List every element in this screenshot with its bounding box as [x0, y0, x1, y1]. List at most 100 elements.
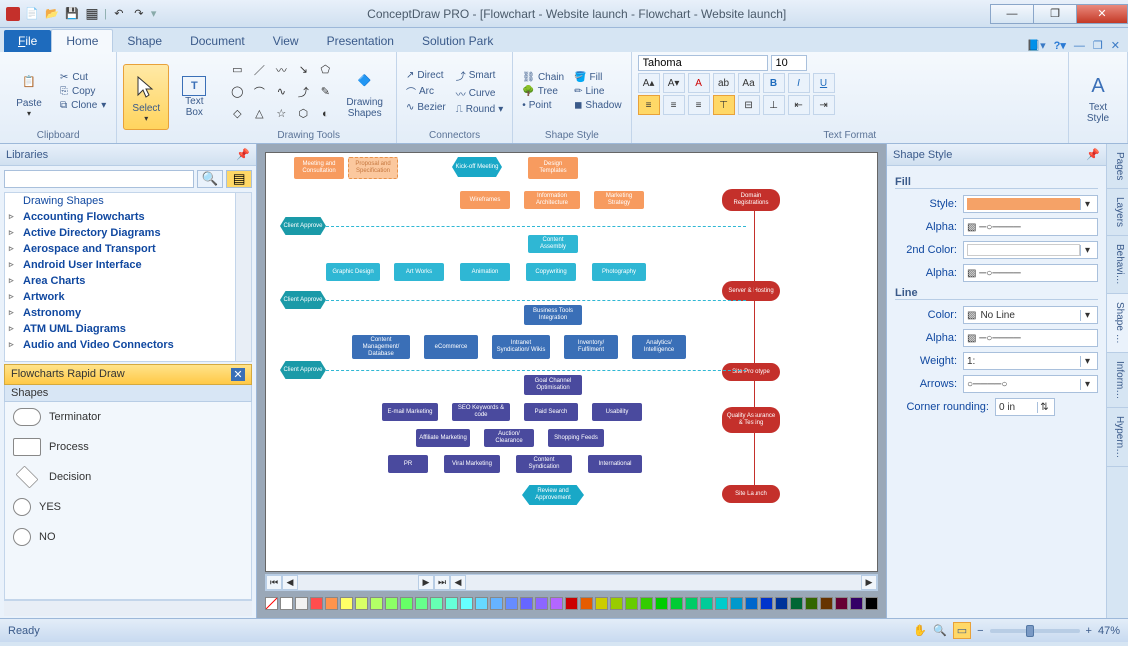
ss-point[interactable]: • Point — [519, 99, 567, 112]
sidetab-layers[interactable]: Layers — [1107, 189, 1128, 236]
node[interactable]: Marketing Strategy — [594, 191, 644, 209]
palette-color[interactable] — [355, 597, 368, 610]
tab-home[interactable]: Home — [51, 29, 113, 52]
font-underline[interactable]: U — [813, 73, 835, 93]
tool-rect[interactable]: ▭ — [227, 60, 247, 80]
tree-toggle-button[interactable]: ▤ — [226, 170, 252, 188]
lib-item[interactable]: ATM UML Diagrams — [5, 321, 251, 337]
ss-shadow[interactable]: ◼ Shadow — [571, 99, 624, 112]
node[interactable]: Content Management/ Database — [352, 335, 410, 359]
doc-max-icon[interactable]: ❐ — [1093, 39, 1103, 52]
tab-shape[interactable]: Shape — [113, 30, 176, 52]
node[interactable]: Information Architecture — [524, 191, 580, 209]
tool-arc2[interactable]: ⌒ — [249, 82, 269, 102]
tool-10[interactable]: ◐ — [315, 104, 335, 124]
node[interactable]: Meeting and Consultation — [294, 157, 344, 179]
grid-icon[interactable]: ▦ — [84, 6, 100, 22]
shape-no[interactable]: NO — [5, 522, 251, 552]
palette-color[interactable] — [835, 597, 848, 610]
sidetab-info[interactable]: Inform… — [1107, 353, 1128, 408]
node[interactable]: Viral Marketing — [444, 455, 500, 473]
tool-spline[interactable]: ∿ — [271, 82, 291, 102]
sidetab-shape[interactable]: Shape … — [1107, 294, 1128, 353]
new-icon[interactable]: 📄 — [24, 6, 40, 22]
lib-item[interactable]: Audio and Video Connectors — [5, 337, 251, 353]
pin-icon[interactable]: 📌 — [1086, 148, 1100, 161]
tool-line[interactable]: ／ — [249, 60, 269, 80]
library-scrollbar[interactable] — [235, 193, 251, 361]
approve[interactable]: Client Approve — [280, 361, 326, 379]
indent-inc[interactable]: ⇥ — [813, 95, 835, 115]
palette-color[interactable] — [775, 597, 788, 610]
palette-color[interactable] — [475, 597, 488, 610]
palette-color[interactable] — [670, 597, 683, 610]
zoom-in-icon[interactable]: + — [1086, 625, 1092, 637]
ss-line[interactable]: ✏ Line — [571, 85, 624, 98]
scroll-first[interactable]: ⏮ — [266, 575, 282, 590]
approve[interactable]: Client Approve — [280, 217, 326, 235]
palette-color[interactable] — [730, 597, 743, 610]
drawing-shapes-button[interactable]: 🔷 Drawing Shapes — [339, 59, 390, 125]
scroll-left[interactable]: ◀ — [450, 575, 466, 590]
tool-ellipse[interactable]: ◯ — [227, 82, 247, 102]
align-left[interactable]: ≡ — [638, 95, 660, 115]
node[interactable]: Intranet Syndication/ Wikis — [492, 335, 550, 359]
node[interactable]: Auction/ Clearance — [484, 429, 534, 447]
palette-color[interactable] — [520, 597, 533, 610]
font-italic[interactable]: I — [788, 73, 810, 93]
palette-color[interactable] — [385, 597, 398, 610]
node[interactable]: Shopping Feeds — [548, 429, 604, 447]
zoom-page-icon[interactable]: ▭ — [953, 622, 971, 639]
node[interactable]: Paid Search — [524, 403, 578, 421]
node[interactable]: Inventory/ Fulfilment — [564, 335, 618, 359]
minimize-button[interactable]: — — [990, 4, 1034, 24]
node[interactable]: Copywriting — [526, 263, 576, 281]
node[interactable]: Photography — [592, 263, 646, 281]
tool-9[interactable]: ⬡ — [293, 104, 313, 124]
file-tab[interactable]: FFileile — [4, 30, 51, 52]
node[interactable]: PR — [388, 455, 428, 473]
sidetab-pages[interactable]: Pages — [1107, 144, 1128, 189]
tab-presentation[interactable]: Presentation — [313, 30, 408, 52]
arrows-dropdown[interactable]: ○────○▾ — [963, 375, 1098, 393]
node[interactable]: Graphic Design — [326, 263, 380, 281]
conn-direct[interactable]: ↗ Direct — [403, 69, 449, 82]
maximize-button[interactable]: ❐ — [1033, 4, 1077, 24]
conn-smart[interactable]: ⤴ Smart — [453, 67, 507, 84]
node[interactable]: E-mail Marketing — [382, 403, 438, 421]
palette-color[interactable] — [370, 597, 383, 610]
palette-color[interactable] — [460, 597, 473, 610]
zoom-out-icon[interactable]: − — [977, 625, 983, 637]
save-icon[interactable]: 💾 — [64, 6, 80, 22]
tool-6[interactable]: ◇ — [227, 104, 247, 124]
node[interactable]: Usability — [592, 403, 642, 421]
valign-top[interactable]: ⊤ — [713, 95, 735, 115]
help-icon[interactable]: ?▾ — [1054, 39, 1066, 52]
palette-color[interactable] — [490, 597, 503, 610]
font-size-input[interactable] — [771, 55, 807, 71]
ss-tree[interactable]: 🌳 Tree — [519, 85, 567, 98]
lib-item[interactable]: Astronomy — [5, 305, 251, 321]
node[interactable]: SEO Keywords & code — [452, 403, 510, 421]
redo-icon[interactable]: ↷ — [131, 6, 147, 22]
palette-color[interactable] — [565, 597, 578, 610]
font-grow[interactable]: A▴ — [638, 73, 660, 93]
font-bold[interactable]: B — [763, 73, 785, 93]
ss-chain[interactable]: ⛓ Chain — [519, 71, 567, 84]
library-search-input[interactable] — [4, 170, 194, 188]
library-list[interactable]: Drawing Shapes Accounting Flowcharts Act… — [4, 192, 252, 362]
palette-color[interactable] — [685, 597, 698, 610]
sidetab-hyper[interactable]: Hypern… — [1107, 408, 1128, 467]
node[interactable]: Art Works — [394, 263, 444, 281]
palette-color[interactable] — [595, 597, 608, 610]
palette-color[interactable] — [700, 597, 713, 610]
node[interactable]: Kick-off Meeting — [452, 157, 502, 177]
shape-terminator[interactable]: Terminator — [5, 402, 251, 432]
approve[interactable]: Client Approve — [280, 291, 326, 309]
palette-color[interactable] — [310, 597, 323, 610]
pin-icon[interactable]: 📌 — [236, 148, 250, 161]
palette-color[interactable] — [625, 597, 638, 610]
palette-color[interactable] — [745, 597, 758, 610]
lib-item[interactable]: Area Charts — [5, 273, 251, 289]
tab-document[interactable]: Document — [176, 30, 259, 52]
